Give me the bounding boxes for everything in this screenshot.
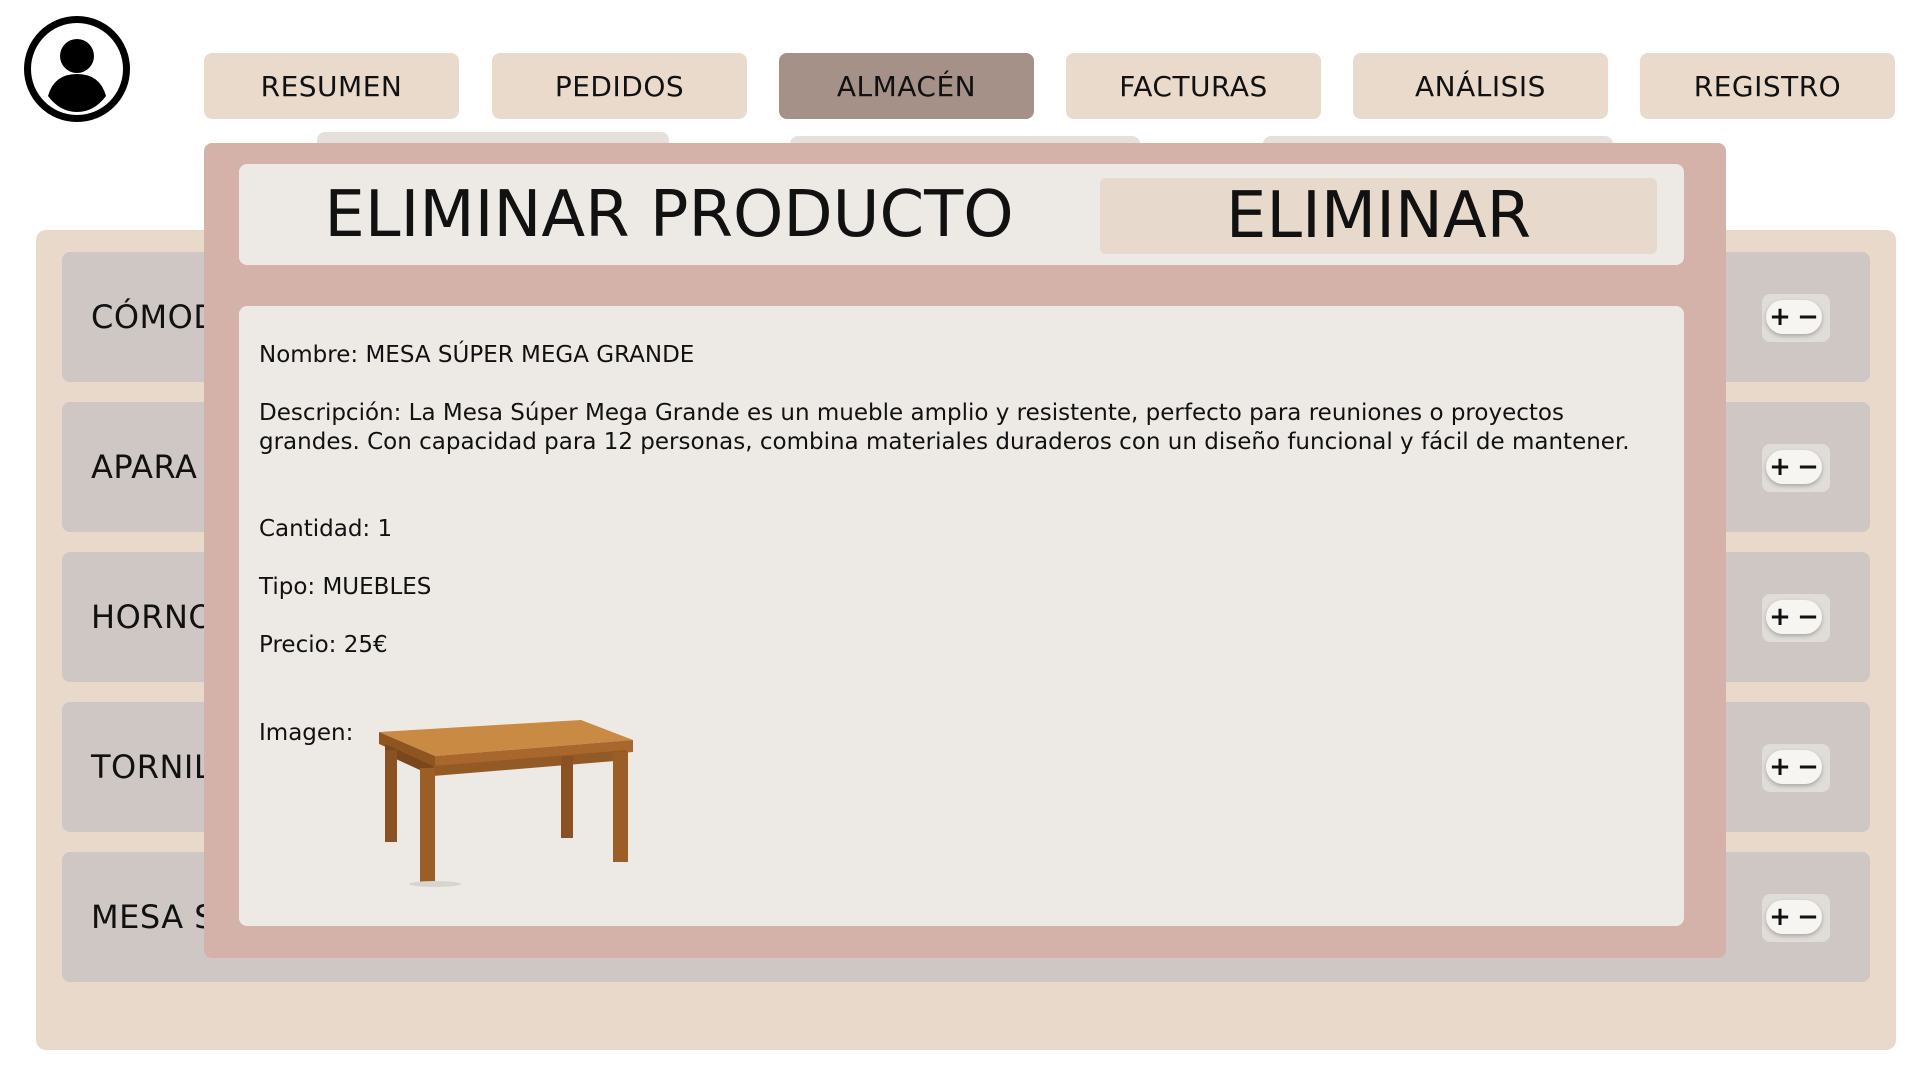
tab-pedidos[interactable]: PEDIDOS	[492, 53, 747, 119]
plus-icon[interactable]: +	[1769, 902, 1791, 932]
product-price: Precio: 25€	[259, 632, 388, 658]
inventory-row-label: CÓMOD	[91, 298, 219, 336]
quantity-stepper[interactable]: + −	[1762, 594, 1830, 642]
plus-icon[interactable]: +	[1769, 302, 1791, 332]
minus-icon[interactable]: −	[1797, 602, 1819, 632]
delete-button[interactable]: ELIMINAR	[1100, 178, 1657, 254]
minus-icon[interactable]: −	[1797, 752, 1819, 782]
product-quantity: Cantidad: 1	[259, 516, 393, 542]
product-description: Descripción: La Mesa Súper Mega Grande e…	[259, 400, 1630, 455]
main-nav: RESUMEN PEDIDOS ALMACÉN FACTURAS ANÁLISI…	[0, 53, 1920, 119]
product-details: Nombre: MESA SÚPER MEGA GRANDE Descripci…	[239, 306, 1684, 926]
modal-title: ELIMINAR PRODUCTO	[324, 177, 1014, 252]
inventory-row-label: TORNIL	[91, 748, 213, 786]
plus-icon[interactable]: +	[1769, 602, 1791, 632]
tab-almacen[interactable]: ALMACÉN	[779, 53, 1034, 119]
inventory-row-label: MESA S	[91, 898, 216, 936]
product-image-label: Imagen:	[259, 720, 354, 746]
delete-product-modal: ELIMINAR PRODUCTO ELIMINAR Nombre: MESA …	[204, 143, 1726, 958]
product-image	[379, 720, 633, 887]
quantity-stepper[interactable]: + −	[1762, 894, 1830, 942]
plus-icon[interactable]: +	[1769, 452, 1791, 482]
quantity-stepper[interactable]: + −	[1762, 444, 1830, 492]
plus-icon[interactable]: +	[1769, 752, 1791, 782]
tab-resumen[interactable]: RESUMEN	[204, 53, 459, 119]
quantity-stepper[interactable]: + −	[1762, 744, 1830, 792]
product-name: Nombre: MESA SÚPER MEGA GRANDE	[259, 342, 695, 368]
tab-analisis[interactable]: ANÁLISIS	[1353, 53, 1608, 119]
tab-registro[interactable]: REGISTRO	[1640, 53, 1895, 119]
product-type: Tipo: MUEBLES	[259, 574, 432, 600]
quantity-stepper[interactable]: + −	[1762, 294, 1830, 342]
minus-icon[interactable]: −	[1797, 902, 1819, 932]
minus-icon[interactable]: −	[1797, 302, 1819, 332]
inventory-row-label: APARA	[91, 448, 198, 486]
inventory-row-label: HORNO	[91, 598, 215, 636]
minus-icon[interactable]: −	[1797, 452, 1819, 482]
modal-header: ELIMINAR PRODUCTO ELIMINAR	[239, 164, 1684, 265]
tab-facturas[interactable]: FACTURAS	[1066, 53, 1321, 119]
